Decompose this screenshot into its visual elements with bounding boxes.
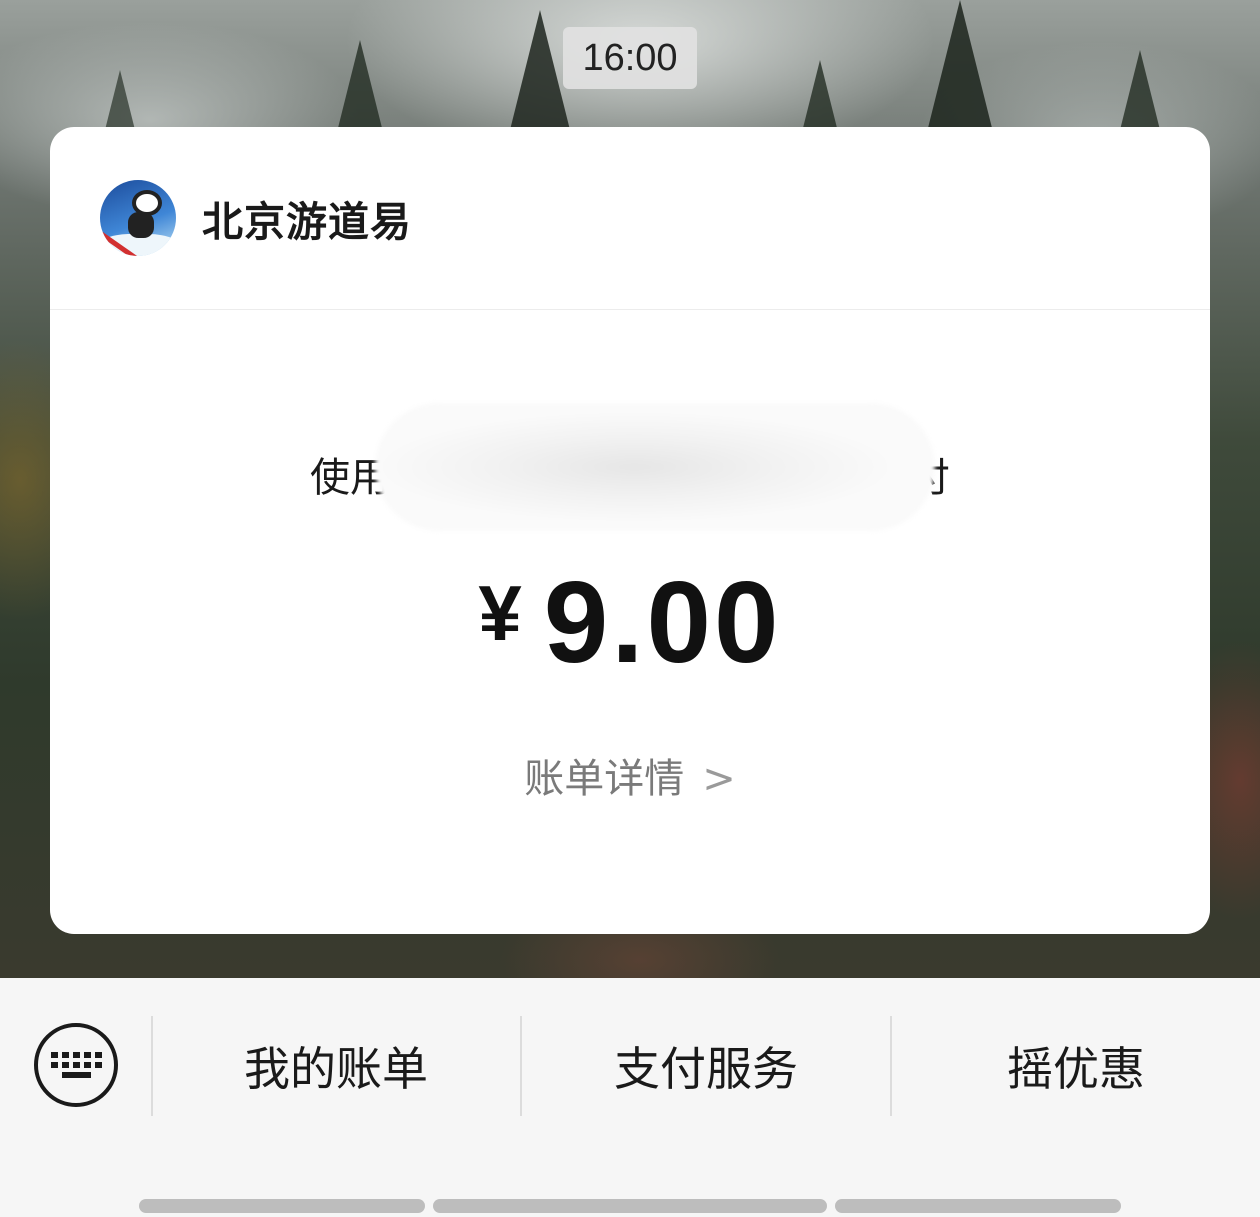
menu-indicator-bar xyxy=(139,1199,425,1213)
chevron-right-icon: > xyxy=(702,756,736,802)
amount-value: 9.00 xyxy=(543,557,782,687)
menu-indicator-bar xyxy=(433,1199,827,1213)
merchant-name: 北京游道易 xyxy=(202,198,412,246)
bill-detail-label: 账单详情 xyxy=(524,756,685,802)
message-time-chip: 16:00 xyxy=(563,27,697,89)
currency-symbol: ¥ xyxy=(478,569,522,657)
payment-amount: ¥9.00 xyxy=(50,555,1210,689)
bill-detail-link[interactable]: 账单详情 > xyxy=(50,746,1210,804)
card-header: 北京游道易 xyxy=(50,127,1210,310)
payment-card[interactable]: 北京游道易 使用付 ¥9.00 账单详情> xyxy=(50,127,1210,934)
keyboard-icon xyxy=(50,1052,102,1078)
redacted-region xyxy=(375,403,935,531)
menu-item-my-bills[interactable]: 我的账单 xyxy=(152,1016,520,1116)
keyboard-toggle-button[interactable] xyxy=(34,1023,118,1107)
menu-item-payment-services[interactable]: 支付服务 xyxy=(522,1016,890,1116)
menu-item-shake-offers[interactable]: 摇优惠 xyxy=(892,1016,1260,1116)
menu-indicator-bar xyxy=(835,1199,1121,1213)
merchant-avatar[interactable] xyxy=(100,180,176,256)
